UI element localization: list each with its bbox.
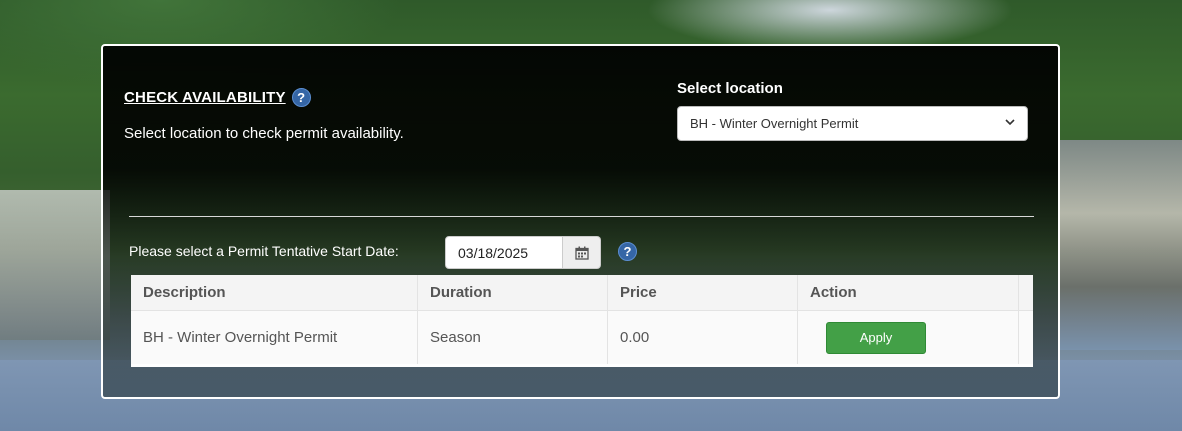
availability-panel: CHECK AVAILABILITY ? Select location to … [101,44,1060,399]
availability-subtitle: Select location to check permit availabi… [124,125,404,142]
start-date-label: Please select a Permit Tentative Start D… [129,243,399,259]
location-select[interactable]: BH - Winter Overnight Permit [677,106,1028,141]
column-header-description: Description [131,275,418,310]
cell-price: 0.00 [608,311,798,364]
question-circle-icon[interactable]: ? [618,242,637,261]
chevron-down-icon [1005,117,1015,130]
cell-description: BH - Winter Overnight Permit [131,311,418,364]
column-header-duration: Duration [418,275,608,310]
column-header-spacer [1019,275,1033,310]
background-town-right [1058,140,1182,350]
column-header-price: Price [608,275,798,310]
location-label: Select location [677,80,783,97]
cell-action: Apply [798,311,1019,364]
availability-header: CHECK AVAILABILITY ? [124,88,311,107]
section-divider [129,216,1034,217]
start-date-input[interactable]: 03/18/2025 [445,236,563,269]
column-header-action: Action [798,275,1019,310]
question-circle-icon[interactable]: ? [291,88,311,107]
permits-table: Description Duration Price Action BH - W… [131,275,1033,367]
availability-title: CHECK AVAILABILITY [124,89,286,106]
location-select-value: BH - Winter Overnight Permit [690,116,859,131]
table-header-row: Description Duration Price Action [131,275,1033,311]
apply-button[interactable]: Apply [826,321,926,354]
background-town-left [0,190,110,340]
table-row: BH - Winter Overnight Permit Season 0.00… [131,311,1033,364]
start-date-picker: 03/18/2025 [445,236,601,269]
cell-duration: Season [418,311,608,364]
cell-spacer [1019,311,1033,364]
calendar-icon[interactable] [563,236,601,269]
